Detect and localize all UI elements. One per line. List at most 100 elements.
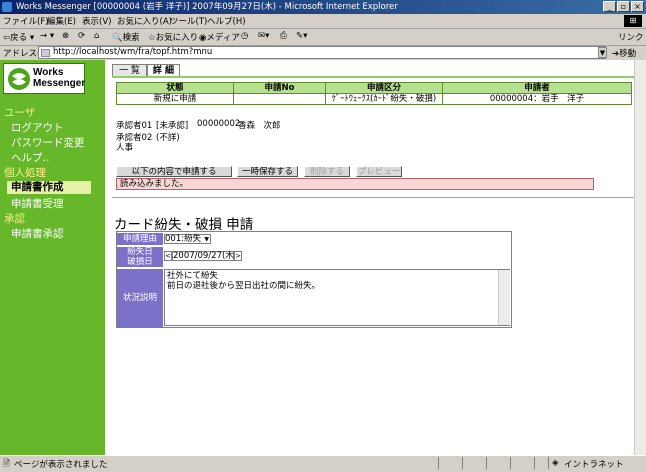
history-icon[interactable]: ◷ bbox=[241, 31, 248, 41]
description-line-2: 前日の退社後から翌日出社の間に紛失。 bbox=[167, 281, 321, 291]
reason-label: 申請理由 bbox=[117, 233, 163, 245]
header-applicant: 申請者 bbox=[442, 82, 632, 94]
date-field[interactable]: 2007/09/27(木) bbox=[172, 251, 237, 261]
window-title-bar: Works Messenger [00000004 (岩手 洋子)] 2007年… bbox=[0, 0, 646, 14]
close-button[interactable]: × bbox=[631, 1, 644, 12]
sidebar-item-logout[interactable]: ログアウト bbox=[11, 120, 64, 135]
approver-1-status: [未承認] bbox=[156, 121, 189, 131]
favorites-button-label: お気に入り bbox=[155, 33, 199, 43]
reason-select-value: 001:紛失 bbox=[165, 234, 202, 244]
maximize-button[interactable]: ▫ bbox=[617, 1, 630, 12]
refresh-icon[interactable]: ⟳ bbox=[78, 31, 85, 41]
browser-toolbar: ⇦戻る ▾ → ▾ ⊗ ⟳ ⌂ 🔍検索 ☆お気に入り ◉メディア ◷ ✉▾ ⎙ … bbox=[0, 29, 646, 46]
menu-file[interactable]: ファイル(F) bbox=[3, 15, 49, 27]
page-done-icon: 🗎 bbox=[3, 459, 10, 469]
favorites-button[interactable]: ☆お気に入り bbox=[148, 31, 198, 43]
menu-favorites[interactable]: お気に入り(A) bbox=[117, 15, 172, 27]
date-label: 紛失日 破損日 bbox=[117, 247, 163, 267]
print-icon[interactable]: ⎙ bbox=[280, 31, 287, 41]
sidebar-item-password-change[interactable]: パスワード変更 bbox=[11, 135, 85, 150]
description-label: 状況説明 bbox=[117, 269, 163, 327]
approver-1-code: 00000002 bbox=[197, 119, 241, 129]
back-button[interactable]: ⇦戻る ▾ bbox=[3, 31, 34, 43]
status-message: 読み込みました。 bbox=[116, 178, 594, 190]
chevron-down-icon: ▼ bbox=[204, 236, 209, 243]
stop-icon[interactable]: ⊗ bbox=[62, 31, 69, 41]
minimize-button[interactable]: _ bbox=[603, 1, 616, 12]
sidebar-section-personal: 個人処理 bbox=[4, 167, 46, 179]
sidebar-item-create-application[interactable]: 申請書作成 bbox=[7, 181, 91, 194]
page-icon bbox=[41, 49, 50, 57]
go-button[interactable]: ➔移動 bbox=[612, 47, 636, 59]
approver-2-name: 人事 bbox=[116, 143, 134, 153]
back-button-label: 戻る bbox=[10, 33, 28, 43]
home-icon[interactable]: ⌂ bbox=[94, 31, 99, 41]
forward-button[interactable]: → ▾ bbox=[40, 31, 54, 41]
mail-icon[interactable]: ✉▾ bbox=[258, 31, 269, 41]
tab-underline bbox=[112, 76, 634, 78]
date-prev-icon[interactable]: < bbox=[164, 251, 172, 261]
status-bar: 🗎 ページが表示されました ◈ イントラネット bbox=[0, 455, 646, 470]
cell-status: 新規に申請 bbox=[116, 93, 234, 105]
description-line-1: 社外にて紛失 bbox=[167, 271, 219, 281]
window-title: Works Messenger [00000004 (岩手 洋子)] 2007年… bbox=[16, 2, 398, 12]
address-bar: アドレス(D) http://localhost/wm/fra/topf.htm… bbox=[0, 46, 646, 60]
tab-detail[interactable]: 詳 細 bbox=[147, 64, 180, 76]
zone-text: イントラネット bbox=[564, 460, 624, 470]
approver-2-status: (不詳) bbox=[156, 133, 180, 143]
intranet-icon: ◈ bbox=[552, 458, 559, 468]
logo-text-works: Works bbox=[33, 67, 64, 78]
menu-tools[interactable]: ツール(T) bbox=[170, 15, 207, 27]
address-dropdown-icon[interactable]: ▼ bbox=[598, 47, 607, 58]
links-button[interactable]: リンク » bbox=[618, 31, 646, 43]
date-label-lost: 紛失日 bbox=[127, 247, 153, 257]
sidebar-item-help[interactable]: ヘルプ.. bbox=[11, 150, 49, 165]
delete-button[interactable]: 削除する bbox=[304, 166, 350, 177]
logo-text-messenger: Messenger bbox=[33, 78, 86, 89]
status-text: ページが表示されました bbox=[14, 460, 108, 470]
favorites-icon: ☆ bbox=[148, 33, 156, 43]
ie-icon bbox=[2, 2, 12, 12]
preview-button[interactable]: プレビュー bbox=[356, 166, 402, 177]
cell-application-type: ｹﾞｰﾄｳｪｰｸｽ(ｶｰﾄﾞ紛失・破損) bbox=[325, 93, 443, 105]
windows-logo-icon: ⊞ bbox=[624, 15, 642, 27]
approver-1-name: 香森 次郎 bbox=[238, 121, 281, 131]
header-status: 状態 bbox=[116, 82, 234, 94]
divider bbox=[112, 197, 634, 198]
cell-application-no bbox=[233, 93, 326, 105]
forward-arrow-icon: → bbox=[40, 31, 48, 41]
tab-list[interactable]: 一 覧 bbox=[112, 64, 147, 76]
date-label-damaged: 破損日 bbox=[127, 257, 153, 267]
sidebar-section-user: ユーザ bbox=[4, 107, 36, 119]
menu-edit[interactable]: 編集(E) bbox=[47, 15, 76, 27]
apply-button[interactable]: 以下の内容で申請する bbox=[116, 166, 232, 177]
sidebar-item-received-applications[interactable]: 申請書受理 bbox=[11, 196, 64, 211]
address-url: http://localhost/wm/fra/topf.htm?mnu bbox=[53, 47, 213, 57]
media-button[interactable]: ◉メディア bbox=[199, 31, 240, 43]
menu-bar: ファイル(F) 編集(E) 表示(V) お気に入り(A) ツール(T) ヘルプ(… bbox=[0, 14, 646, 29]
sidebar-section-approval: 承認 bbox=[4, 213, 25, 225]
approver-1-label: 承認者01 bbox=[116, 121, 153, 131]
table-row: 新規に申請 ｹﾞｰﾄｳｪｰｸｽ(ｶｰﾄﾞ紛失・破損) 00000004：岩手 洋… bbox=[116, 93, 632, 105]
works-messenger-logo: Works Messenger bbox=[3, 63, 85, 94]
header-application-type: 申請区分 bbox=[325, 82, 443, 94]
textarea-scrollbar[interactable] bbox=[498, 270, 510, 325]
logo-mark-icon bbox=[8, 68, 30, 90]
form-title: カード紛失・破損 申請 bbox=[114, 217, 254, 233]
header-application-no: 申請No bbox=[233, 82, 326, 94]
menu-view[interactable]: 表示(V) bbox=[82, 15, 111, 27]
menu-help[interactable]: ヘルプ(H) bbox=[207, 15, 246, 27]
description-textarea[interactable]: 社外にて紛失 前日の退社後から翌日出社の間に紛失。 bbox=[164, 269, 510, 326]
save-draft-button[interactable]: 一時保存する bbox=[237, 166, 298, 177]
address-input[interactable]: http://localhost/wm/fra/topf.htm?mnu bbox=[38, 46, 606, 59]
vertical-scrollbar[interactable] bbox=[634, 60, 646, 455]
go-button-label: 移動 bbox=[619, 49, 637, 59]
sidebar-item-approve-applications[interactable]: 申請書承認 bbox=[11, 226, 64, 241]
application-summary-table: 状態 申請No 申請区分 申請者 新規に申請 ｹﾞｰﾄｳｪｰｸｽ(ｶｰﾄﾞ紛失・… bbox=[116, 82, 632, 105]
search-button-label: 検索 bbox=[122, 33, 140, 43]
edit-icon[interactable]: ✎▾ bbox=[296, 31, 307, 41]
date-next-icon[interactable]: > bbox=[234, 251, 242, 261]
media-button-label: メディア bbox=[206, 33, 240, 43]
reason-select[interactable]: 001:紛失 ▼ bbox=[164, 234, 211, 244]
search-button[interactable]: 🔍検索 bbox=[112, 31, 140, 43]
